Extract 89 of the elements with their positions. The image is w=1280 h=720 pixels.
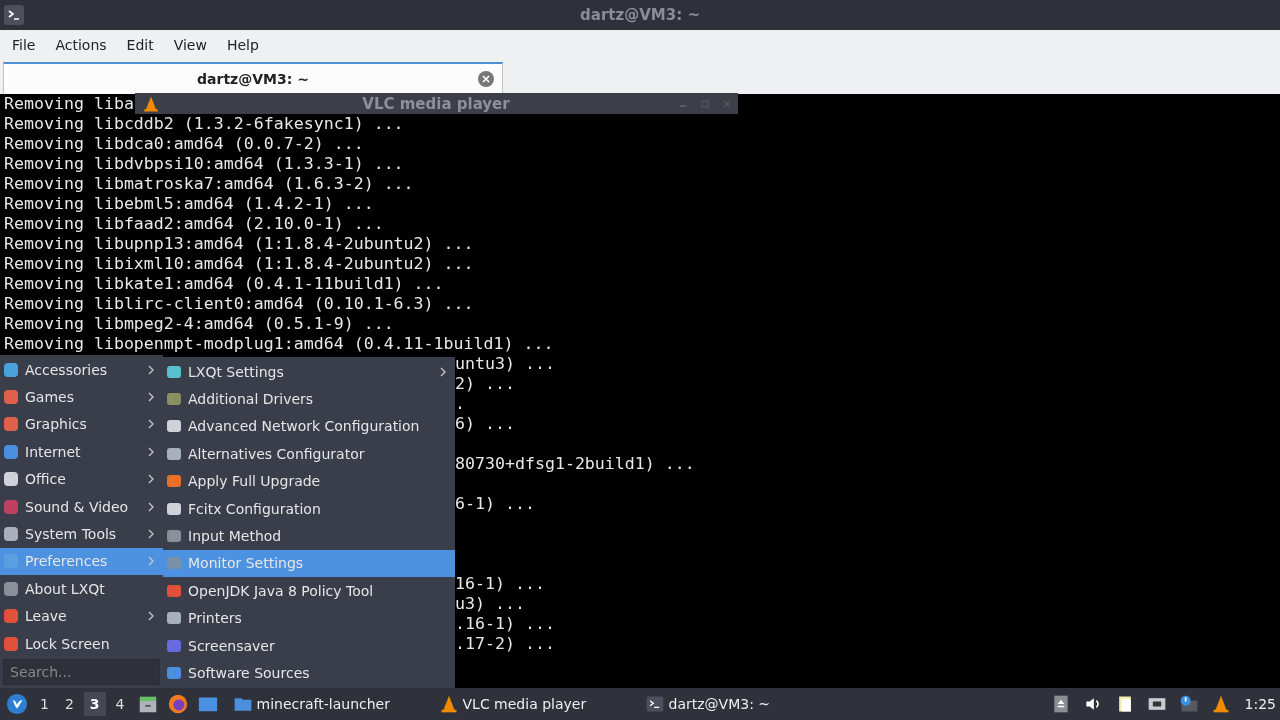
category-icon	[3, 471, 19, 488]
terminal-line: Removing libebml5:amd64 (1.4.2-1) ...	[4, 194, 374, 213]
app-icon	[166, 500, 182, 517]
menu-item[interactable]: Screensaver	[163, 631, 455, 660]
app-icon	[166, 610, 182, 627]
menu-item[interactable]: Accessories	[0, 356, 163, 384]
app-icon	[166, 665, 182, 681]
app-icon	[166, 418, 182, 435]
terminal-line: .17-2) ...	[455, 634, 555, 653]
taskbar-button[interactable]: minecraft-launcher	[224, 689, 427, 719]
category-icon	[3, 416, 19, 433]
update-alert-icon[interactable]	[1178, 694, 1199, 714]
menu-item[interactable]: OpenJDK Java 8 Policy Tool	[163, 577, 455, 605]
taskbar-button[interactable]: dartz@VM3: ~	[636, 689, 839, 719]
menu-item[interactable]: Software Sources	[163, 659, 455, 687]
menu-item[interactable]: Leave	[0, 602, 163, 630]
window-title: dartz@VM3: ~	[580, 6, 700, 24]
app-icon	[166, 528, 182, 545]
menu-item[interactable]: Sound & Video	[0, 492, 163, 521]
terminal-line: Removing libmpeg2-4:amd64 (0.5.1-9) ...	[4, 314, 394, 333]
menu-item[interactable]: System Tools	[0, 520, 163, 548]
menu-item[interactable]: Actions	[45, 37, 117, 53]
app-icon	[166, 582, 182, 599]
close-icon[interactable]	[478, 71, 494, 87]
menu-item[interactable]: View	[163, 37, 217, 53]
terminal-line: untu3) ...	[455, 354, 555, 373]
terminal-line: .	[455, 394, 465, 413]
terminal-line: Removing libfaad2:amd64 (2.10.0-1) ...	[4, 214, 384, 233]
menu-item[interactable]: File	[2, 37, 46, 53]
menu-item[interactable]: About LXQt	[0, 575, 163, 603]
terminal-line: Removing libdca0:amd64 (0.0.7-2) ...	[4, 134, 364, 153]
category-icon	[3, 635, 19, 652]
menu-item[interactable]: Additional Drivers	[163, 385, 455, 413]
category-icon	[3, 498, 19, 515]
terminal-line: 16-1) ...	[455, 574, 545, 593]
menu-item[interactable]: Office	[0, 465, 163, 493]
menu-item[interactable]: Apply Full Upgrade	[163, 467, 455, 495]
app-icon	[166, 637, 182, 654]
window-title: VLC media player	[361, 94, 511, 113]
menu-item[interactable]: Graphics	[0, 410, 163, 439]
taskbar-button[interactable]: VLC media player	[430, 689, 633, 719]
search-field[interactable]: Search...	[3, 659, 160, 686]
menu-item[interactable]: Printers	[163, 604, 455, 632]
terminal-line: 80730+dfsg1-2build1) ...	[455, 454, 695, 473]
app-icon	[166, 445, 182, 462]
desktop-switch[interactable]: 3	[83, 692, 106, 716]
terminal-line: .16-1) ...	[455, 614, 555, 633]
terminal-line: Removing libopenmpt-modplug1:amd64 (0.4.11-1build1) ...	[4, 334, 554, 353]
app-icon	[166, 391, 182, 408]
terminal-line: Removing liba	[4, 94, 134, 113]
terminal-line: Removing libupnp13:amd64 (1:1.8.4-2ubuntu2) ...	[4, 234, 474, 253]
desktop-switch[interactable]: 4	[109, 692, 131, 716]
menu-item[interactable]: Alternatives Configurator	[163, 440, 455, 468]
menu-item[interactable]: Fcitx Configuration	[163, 494, 455, 523]
terminal-line: 2) ...	[455, 374, 515, 393]
app-icon	[166, 363, 182, 380]
menu-item[interactable]: LXQt Settings	[163, 358, 455, 386]
category-icon	[3, 389, 19, 406]
terminal-line: Removing libcddb2 (1.3.2-6fakesync1) ...	[4, 114, 404, 133]
app-icon	[166, 555, 182, 572]
terminal-line: Removing libmatroska7:amd64 (1.6.3-2) ...	[4, 174, 414, 193]
menu-item[interactable]: Advanced Network Configuration	[163, 412, 455, 441]
terminal-line: 6) ...	[455, 414, 515, 433]
terminal-tab[interactable]: dartz@VM3: ~	[3, 62, 503, 94]
category-icon	[3, 580, 19, 597]
terminal-line: Removing libkate1:amd64 (0.4.1-11build1) ...	[4, 274, 444, 293]
menu-item[interactable]: Internet	[0, 438, 163, 466]
clock[interactable]: 1:25	[1244, 696, 1276, 712]
category-icon	[3, 526, 19, 543]
terminal-line: Removing libdvbpsi10:amd64 (1.3.3-1) ...	[4, 154, 404, 173]
menu-item[interactable]: Help	[216, 37, 269, 53]
terminal-icon	[644, 694, 665, 714]
menu-item[interactable]: Lock Screen	[0, 629, 163, 658]
menu-item[interactable]: Edit	[116, 37, 164, 53]
desktop-switch[interactable]: 2	[58, 692, 80, 716]
browser-icon[interactable]	[166, 693, 189, 715]
menu-item[interactable]: Games	[0, 383, 163, 411]
start-menu-icon[interactable]	[6, 693, 28, 715]
terminal-line: 6-1) ...	[455, 494, 535, 513]
category-icon	[3, 443, 19, 460]
terminal-line: Removing liblirc-client0:amd64 (0.10.1-6.3) ...	[4, 294, 474, 313]
terminal-line: Removing libixml10:amd64 (1:1.8.4-2ubuntu2) ...	[4, 254, 474, 273]
category-icon	[3, 361, 19, 378]
terminal-line: u3) ...	[455, 594, 525, 613]
category-icon	[3, 608, 19, 625]
app-icon	[166, 473, 182, 490]
desktop-switch[interactable]: 1	[34, 692, 55, 716]
terminal-icon	[4, 5, 24, 25]
menu-item[interactable]: Input Method	[163, 522, 455, 550]
